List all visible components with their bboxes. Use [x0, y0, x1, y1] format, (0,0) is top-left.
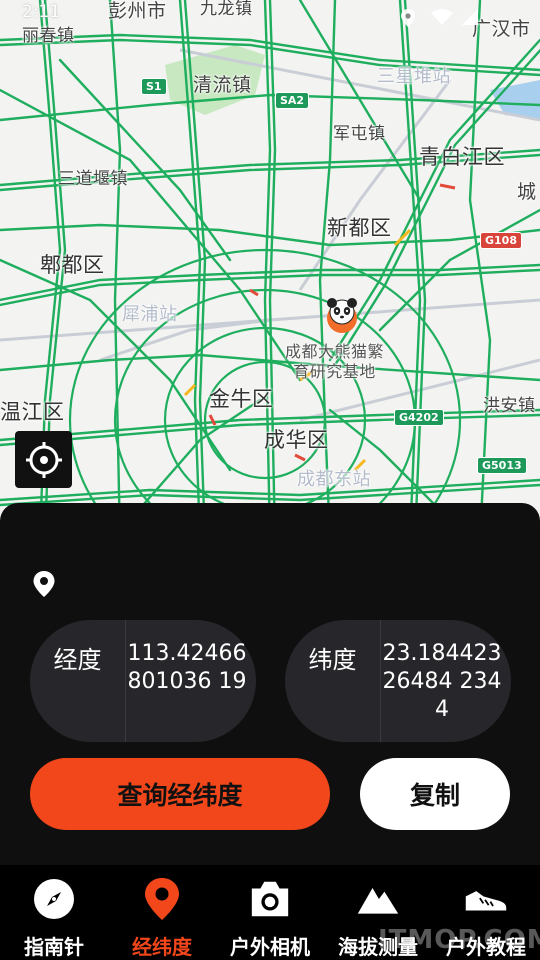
signal-icon	[462, 9, 478, 25]
tab-label: 经纬度	[132, 935, 192, 959]
status-time: 2:11	[22, 2, 61, 22]
shoe-icon	[464, 877, 508, 921]
map-label: 成都东站	[297, 469, 371, 490]
map-label: 犀浦站	[122, 304, 178, 325]
map-label: 清流镇	[193, 74, 252, 96]
longitude-value: 113.42466801036 19	[127, 641, 247, 694]
latitude-label: 纬度	[308, 646, 357, 674]
latitude-value: 23.18442326484 2344	[382, 641, 502, 722]
map-label: 军屯镇	[333, 124, 386, 144]
map-label: 青白江区	[419, 145, 505, 169]
map-label: 新都区	[327, 216, 392, 240]
panda-marker-icon[interactable]	[324, 296, 360, 334]
longitude-box: 经度 113.42466801036 19	[30, 620, 256, 742]
highway-shield: S1	[141, 78, 167, 95]
highway-shield: G4202	[394, 409, 444, 426]
poi-line-2: 育研究基地	[293, 362, 376, 381]
mountain-icon	[356, 877, 400, 921]
location-status-icon	[401, 9, 415, 27]
tab-label: 户外相机	[230, 935, 310, 959]
latitude-box: 纬度 23.18442326484 2344	[285, 620, 511, 742]
map-label: 成华区	[264, 428, 329, 452]
map-label: 成都大熊猫繁 育研究基地	[285, 342, 384, 382]
highway-shield: G5013	[477, 457, 527, 474]
map-label: 城	[517, 181, 537, 203]
watermark: ITMOP.COM	[378, 925, 540, 955]
tab-coordinates[interactable]: 经纬度	[108, 865, 216, 960]
map-label: 三星堆站	[377, 66, 451, 87]
tab-compass[interactable]: 指南针	[0, 865, 108, 960]
locate-button[interactable]	[15, 431, 72, 488]
map-label: 洪安镇	[483, 396, 536, 416]
tab-label: 指南针	[24, 935, 84, 959]
map-label: 郫都区	[40, 253, 105, 277]
compass-icon	[32, 877, 76, 921]
crosshair-icon	[25, 441, 62, 478]
map-label: 三道堰镇	[58, 169, 128, 189]
wifi-icon	[431, 9, 453, 25]
query-coordinates-button[interactable]: 查询经纬度	[30, 758, 330, 830]
map-view[interactable]: 丽春镇 彭州市 九龙镇 广汉市 清流镇 三星堆站 军屯镇 青白江区 三道堰镇 城…	[0, 0, 540, 540]
copy-button[interactable]: 复制	[360, 758, 510, 830]
camera-icon	[248, 877, 292, 921]
highway-shield: G108	[480, 232, 522, 249]
status-bar: 2:11	[0, 0, 540, 36]
longitude-label: 经度	[53, 646, 102, 674]
map-label: 温江区	[0, 400, 65, 424]
poi-line-1: 成都大熊猫繁	[285, 342, 385, 361]
tab-outdoor-camera[interactable]: 户外相机	[216, 865, 324, 960]
map-label: 金牛区	[209, 387, 274, 411]
highway-shield: SA2	[275, 92, 310, 109]
location-pin-icon	[140, 877, 184, 921]
location-pin-icon	[33, 571, 55, 597]
